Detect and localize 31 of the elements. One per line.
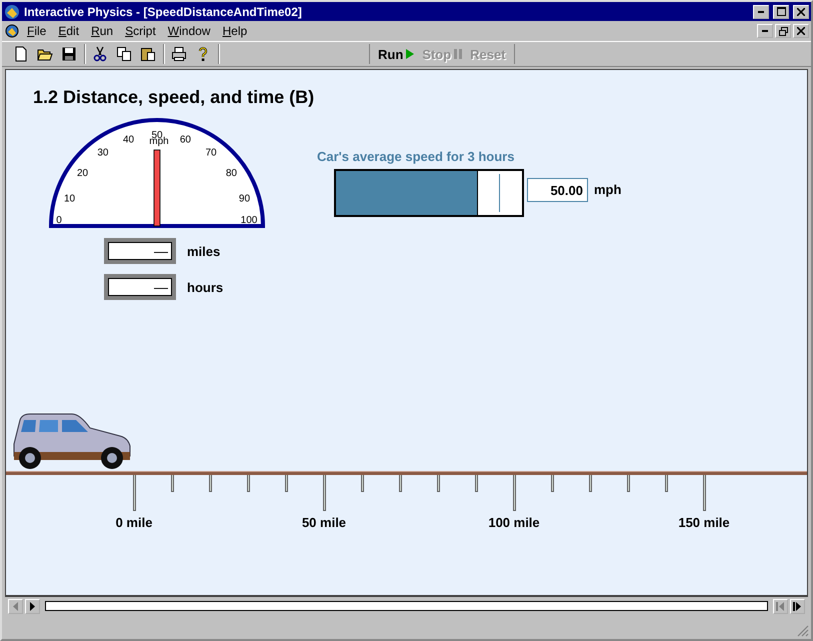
dial-number: 20 [77, 168, 88, 179]
dial-number: 70 [206, 148, 217, 159]
dial-unit: mph [149, 136, 169, 147]
menu-item[interactable]: Window [162, 24, 216, 38]
dial-number: 0 [56, 215, 62, 226]
menu-item[interactable]: Run [86, 24, 118, 38]
slider-label: Car's average speed for 3 hours [317, 149, 514, 164]
menu-item[interactable]: Edit [53, 24, 84, 38]
menu-item[interactable]: File [22, 24, 52, 38]
ruler-label: 50 mile [302, 515, 346, 530]
dial-number: 80 [226, 168, 237, 179]
unit-label: mph [594, 182, 622, 197]
readout-field: — [104, 238, 176, 264]
dial-number: 90 [238, 194, 250, 205]
dial-number: 30 [97, 148, 108, 159]
unit-label: hours [187, 280, 224, 294]
run-button[interactable]: Run [378, 46, 414, 62]
speed-input[interactable]: 50.00 [527, 178, 588, 202]
ruler-label: 0 mile [116, 515, 152, 530]
dial-number: 40 [123, 134, 134, 146]
heading: 1.2 Distance, speed, and time (B) [33, 87, 314, 108]
menu-item[interactable]: Script [120, 24, 161, 38]
window-title: Interactive Physics - [SpeedDistanceAndTime02] [24, 4, 303, 18]
dial-number: 60 [180, 134, 191, 146]
dial-number: 10 [64, 194, 76, 205]
dial-number: 100 [240, 215, 258, 226]
ruler-label: 150 mile [678, 515, 730, 530]
readout-field: — [104, 274, 176, 300]
unit-label: miles [187, 244, 220, 258]
menu-item[interactable]: Help [217, 24, 252, 38]
ruler-label: 100 mile [488, 515, 540, 530]
